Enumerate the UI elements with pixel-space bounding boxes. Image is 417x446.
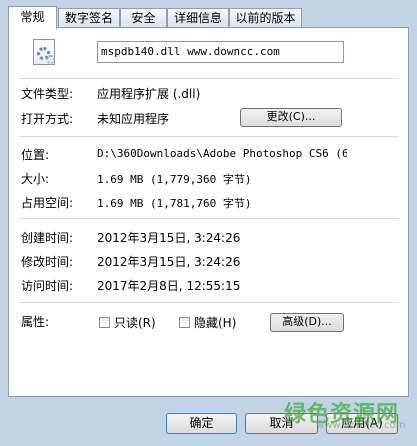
tab-digital-signatures[interactable]: 数字签名 xyxy=(58,8,120,27)
file-name-input[interactable]: mspdb140.dll www.downcc.com xyxy=(97,41,344,63)
size-label: 大小: xyxy=(21,172,50,186)
small-gear-icon xyxy=(46,55,55,64)
modified-label: 修改时间: xyxy=(21,255,74,269)
opens-with-label: 打开方式: xyxy=(21,112,74,126)
hidden-label[interactable]: 隐藏(H) xyxy=(194,314,236,331)
dll-file-icon xyxy=(33,39,55,65)
divider xyxy=(19,136,399,137)
apply-button[interactable]: 应用(A) xyxy=(326,413,398,434)
disk-size-label: 占用空间: xyxy=(21,196,74,210)
created-value: 2012年3月15日, 3:24:26 xyxy=(97,231,241,245)
divider xyxy=(19,302,399,303)
accessed-label: 访问时间: xyxy=(21,279,74,293)
modified-value: 2012年3月15日, 3:24:26 xyxy=(97,255,241,269)
readonly-label[interactable]: 只读(R) xyxy=(114,314,156,331)
advanced-button[interactable]: 高级(D)... xyxy=(270,313,344,332)
size-value: 1.69 MB (1,779,360 字节) xyxy=(97,173,252,186)
tab-details[interactable]: 详细信息 xyxy=(167,8,229,27)
cancel-button[interactable]: 取消 xyxy=(245,413,318,434)
tab-previous-versions[interactable]: 以前的版本 xyxy=(229,8,302,27)
attributes-label: 属性: xyxy=(21,315,50,329)
ok-button[interactable]: 确定 xyxy=(166,413,237,434)
accessed-value: 2017年2月8日, 12:55:15 xyxy=(97,279,241,293)
location-value: D:\360Downloads\Adobe Photoshop CS6 (64 … xyxy=(97,147,347,160)
tab-general[interactable]: 常规 xyxy=(8,6,57,29)
hidden-checkbox[interactable] xyxy=(179,317,190,328)
change-button[interactable]: 更改(C)... xyxy=(240,108,342,127)
readonly-checkbox[interactable] xyxy=(99,317,110,328)
file-type-label: 文件类型: xyxy=(21,87,74,101)
divider xyxy=(19,78,399,79)
general-panel: mspdb140.dll www.downcc.com 文件类型: 应用程序扩展… xyxy=(8,27,409,397)
disk-size-value: 1.69 MB (1,781,760 字节) xyxy=(97,197,252,210)
location-label: 位置: xyxy=(21,148,50,162)
file-type-value: 应用程序扩展 (.dll) xyxy=(97,87,201,101)
opens-with-value: 未知应用程序 xyxy=(97,112,170,126)
created-label: 创建时间: xyxy=(21,231,74,245)
tab-strip: 常规 数字签名 安全 详细信息 以前的版本 xyxy=(0,6,417,29)
tab-security[interactable]: 安全 xyxy=(120,8,167,27)
divider xyxy=(19,218,399,219)
